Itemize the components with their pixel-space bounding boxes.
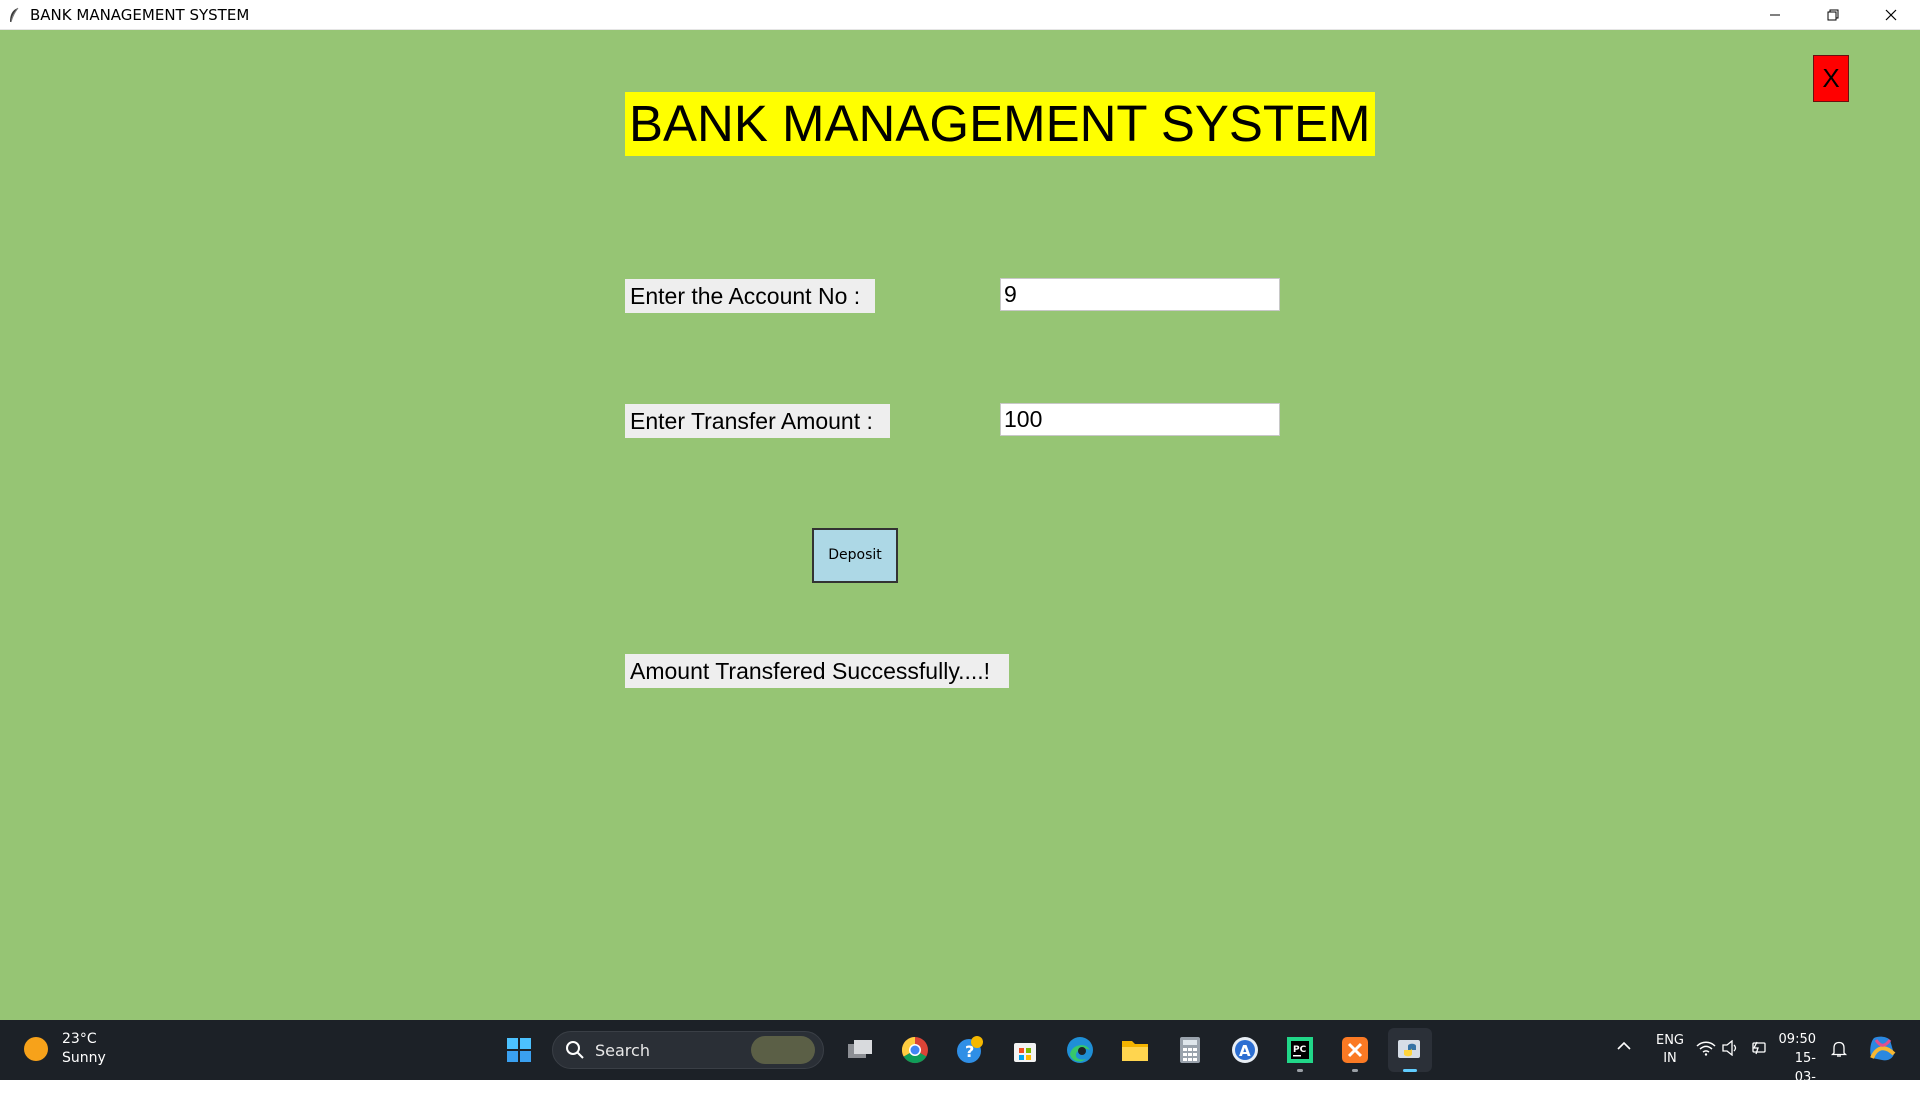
restore-button[interactable] xyxy=(1804,0,1862,29)
help-button[interactable]: ? xyxy=(948,1028,992,1072)
language-code: ENG xyxy=(1655,1033,1684,1048)
app-window: BANK MANAGEMENT SYSTEM X Enter the Accou… xyxy=(0,30,1920,1020)
wifi-icon xyxy=(1696,1041,1716,1056)
volume-button[interactable] xyxy=(1722,1039,1740,1061)
chevron-up-icon xyxy=(1617,1041,1631,1050)
deposit-button[interactable]: Deposit xyxy=(812,528,898,583)
minimize-button[interactable] xyxy=(1746,0,1804,29)
search-input[interactable]: Search xyxy=(552,1031,824,1069)
sun-icon xyxy=(24,1037,48,1061)
store-icon xyxy=(1014,1043,1036,1062)
edge-button[interactable] xyxy=(1058,1028,1102,1072)
weather-description: Sunny xyxy=(62,1050,106,1066)
transfer-amount-label: Enter Transfer Amount : xyxy=(625,404,890,438)
xampp-button[interactable] xyxy=(1333,1028,1377,1072)
account-number-input[interactable]: 9 xyxy=(1000,278,1280,311)
python-app-icon xyxy=(1398,1040,1420,1058)
weather-temperature: 23°C xyxy=(62,1031,97,1047)
copilot-icon xyxy=(1870,1036,1896,1061)
page-title: BANK MANAGEMENT SYSTEM xyxy=(625,92,1375,156)
restore-icon xyxy=(1827,9,1839,20)
pycharm-icon: PC xyxy=(1287,1037,1313,1063)
calculator-button[interactable] xyxy=(1168,1028,1212,1072)
search-icon xyxy=(566,1041,584,1059)
pycharm-button[interactable]: PC xyxy=(1278,1028,1322,1072)
battery-charging-icon xyxy=(1752,1041,1766,1055)
clock[interactable]: 09:50 15-03-2024 xyxy=(1779,1030,1816,1106)
notifications-button[interactable] xyxy=(1830,1040,1848,1063)
region-code: IN xyxy=(1663,1051,1677,1066)
active-indicator xyxy=(1403,1069,1417,1072)
search-placeholder: Search xyxy=(595,1040,650,1060)
window-titlebar: BANK MANAGEMENT SYSTEM xyxy=(0,0,1920,30)
transfer-amount-input[interactable]: 100 xyxy=(1000,403,1280,436)
weather-widget[interactable]: 23°C Sunny xyxy=(24,1030,106,1068)
app-a-icon: A xyxy=(1232,1037,1258,1063)
calculator-icon xyxy=(1180,1037,1200,1063)
show-hidden-icons-button[interactable] xyxy=(1616,1038,1632,1059)
clock-date: 15-03-2024 xyxy=(1782,1051,1816,1104)
language-indicator[interactable]: ENG IN xyxy=(1656,1032,1684,1068)
task-view-button[interactable] xyxy=(838,1028,882,1072)
python-app-button[interactable] xyxy=(1388,1028,1432,1072)
battery-button[interactable] xyxy=(1748,1039,1768,1062)
feather-icon xyxy=(10,7,19,22)
chrome-icon xyxy=(901,1036,928,1064)
svg-text:A: A xyxy=(1239,1042,1251,1060)
close-window-button[interactable] xyxy=(1862,0,1920,29)
volume-icon xyxy=(1722,1039,1737,1057)
svg-text:PC: PC xyxy=(1293,1045,1307,1055)
clock-time: 09:50 xyxy=(1778,1032,1816,1047)
start-icon xyxy=(507,1038,531,1062)
minimize-icon xyxy=(1770,14,1780,15)
status-message: Amount Transfered Successfully....! xyxy=(625,654,1009,688)
copilot-button[interactable] xyxy=(1866,1034,1898,1069)
exit-button[interactable]: X xyxy=(1813,55,1849,102)
running-indicator xyxy=(1297,1069,1303,1072)
bell-icon xyxy=(1830,1041,1848,1057)
store-button[interactable] xyxy=(1003,1028,1047,1072)
search-highlight-image xyxy=(751,1036,815,1064)
file-explorer-icon xyxy=(1122,1041,1148,1061)
start-button[interactable] xyxy=(497,1028,541,1072)
close-icon xyxy=(1885,9,1897,20)
file-explorer-button[interactable] xyxy=(1113,1028,1157,1072)
account-number-label: Enter the Account No : xyxy=(625,279,875,313)
window-title: BANK MANAGEMENT SYSTEM xyxy=(30,5,250,24)
chrome-button[interactable] xyxy=(893,1028,937,1072)
app-a-button[interactable]: A xyxy=(1223,1028,1267,1072)
task-view-icon xyxy=(848,1040,872,1058)
svg-text:?: ? xyxy=(965,1042,974,1061)
wifi-button[interactable] xyxy=(1696,1040,1716,1061)
taskbar: 23°C Sunny Search ? A PC ENG IN 09:50 15… xyxy=(0,1020,1920,1104)
help-icon: ? xyxy=(957,1036,983,1063)
running-indicator xyxy=(1352,1069,1358,1072)
edge-icon xyxy=(1067,1037,1093,1063)
xampp-icon xyxy=(1342,1037,1368,1063)
